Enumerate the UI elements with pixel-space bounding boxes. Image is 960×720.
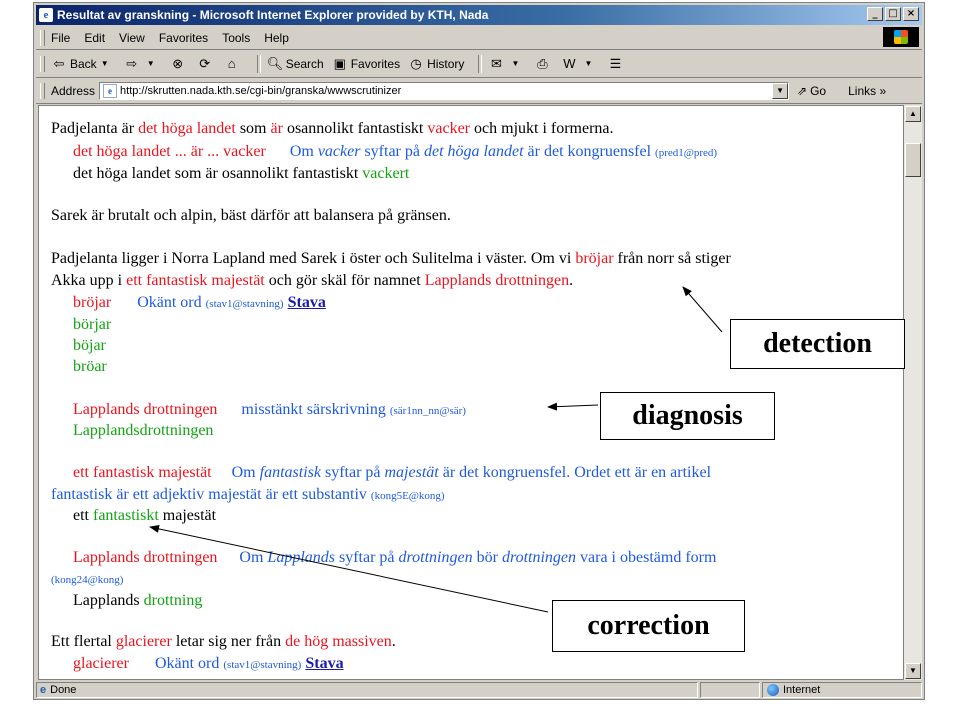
history-button[interactable]: ◷ History (408, 56, 464, 72)
chevron-right-icon: » (879, 84, 887, 98)
toolbar-grip[interactable] (40, 30, 45, 46)
discuss-button[interactable]: ☰ (607, 56, 626, 72)
suggestion: bröar (73, 358, 107, 375)
standard-toolbar: ⇦ Back ▼ ⇨ ▼ ⊗ ⟳ ⌂ 🔍︎ Search ▣ Favorites ◷ His… (36, 51, 922, 78)
error-spelling-glacierer: glacierer Okänt ord (stav1@stavning) Stav… (73, 655, 344, 672)
links-button[interactable]: Links » (848, 84, 886, 98)
toolbar-grip[interactable] (40, 56, 45, 72)
correction-split-compound: Lapplandsdrottningen (73, 422, 214, 439)
scroll-down-button[interactable]: ▼ (905, 663, 921, 679)
address-bar: Address e http://skrutten.nada.kth.se/cg… (36, 79, 922, 104)
stop-icon: ⊗ (172, 56, 184, 71)
zone-text: Internet (783, 684, 821, 696)
forward-button[interactable]: ⇨ ▼ (124, 56, 162, 72)
home-icon: ⌂ (227, 56, 236, 71)
error-congruence-1: det höga landet ... är ... vacker Om vack… (73, 143, 718, 160)
stop-button[interactable]: ⊗ (170, 56, 189, 72)
menu-edit[interactable]: Edit (84, 31, 105, 45)
windows-logo-icon (883, 27, 919, 47)
back-button[interactable]: ⇦ Back ▼ (51, 56, 116, 72)
search-icon: 🔍︎ (266, 56, 284, 71)
status-text: Done (50, 684, 77, 696)
edit-page-icon: W (563, 56, 576, 71)
vertical-scrollbar[interactable]: ▲ ▼ (904, 105, 922, 680)
suggestion: böjar (73, 337, 106, 354)
menu-bar: File Edit View Favorites Tools Help (36, 27, 922, 50)
maximize-button[interactable]: □ (885, 7, 901, 21)
suggestion: börjar (73, 316, 112, 333)
close-button[interactable]: × (903, 7, 919, 21)
refresh-icon: ⟳ (199, 56, 211, 71)
dropdown-arrow-icon[interactable]: ▼ (97, 56, 113, 72)
minimize-button[interactable]: _ (867, 7, 883, 21)
home-button[interactable]: ⌂ (224, 56, 243, 72)
correction-definiteness: Lapplands drottning (73, 592, 203, 609)
toolbar-grip[interactable] (40, 83, 45, 99)
ie-logo-icon: e (39, 8, 53, 22)
menu-tools[interactable]: Tools (222, 31, 250, 45)
dropdown-arrow-icon[interactable]: ▼ (580, 56, 596, 72)
address-dropdown-button[interactable]: ▼ (772, 83, 789, 99)
address-label: Address (51, 84, 96, 98)
paragraph-2: Sarek är brutalt och alpin, bäst därför … (51, 207, 451, 224)
menu-help[interactable]: Help (264, 31, 289, 45)
stava-link[interactable]: Stava (288, 294, 326, 311)
print-icon: ⎙ (537, 56, 548, 71)
refresh-button[interactable]: ⟳ (197, 56, 216, 72)
edit-button[interactable]: W ▼ (561, 56, 599, 72)
detection-label: detection (730, 319, 905, 369)
error-split-compound: Lapplands drottningen misstänkt särskrivn… (73, 401, 466, 418)
diagnosis-label: diagnosis (600, 392, 775, 440)
correction-label: correction (552, 600, 745, 652)
internet-zone-icon (767, 684, 779, 696)
error-congruence-2-line-2: fantastisk är ett adjektiv majestät är e… (51, 486, 445, 503)
history-icon: ◷ (410, 56, 422, 71)
go-arrow-icon: ⇗ (797, 84, 808, 98)
mail-button[interactable]: ✉ ▼ (488, 56, 526, 72)
paragraph-4: Ett flertal glacierer letar sig ner från… (51, 633, 396, 650)
error-definiteness-code: (kong24@kong) (51, 574, 124, 586)
error-definiteness: Lapplands drottningen Om Lapplands syftar… (73, 549, 717, 566)
menu-view[interactable]: View (119, 31, 145, 45)
back-arrow-icon: ⇦ (53, 56, 65, 71)
dropdown-arrow-icon[interactable]: ▼ (507, 56, 523, 72)
menu-favorites[interactable]: Favorites (159, 31, 208, 45)
address-url[interactable]: http://skrutten.nada.kth.se/cgi-bin/gran… (120, 85, 401, 97)
favorites-folder-icon: ▣ (333, 56, 346, 71)
menu-file[interactable]: File (51, 31, 70, 45)
discuss-icon: ☰ (609, 56, 622, 71)
window-title: Resultat av granskning - Microsoft Inter… (57, 8, 489, 22)
mail-icon: ✉ (490, 56, 502, 71)
error-spelling-brojar: bröjar Okänt ord (stav1@stavning) Stava (73, 294, 326, 311)
address-input[interactable]: e http://skrutten.nada.kth.se/cgi-bin/gr… (99, 82, 790, 100)
search-button[interactable]: 🔍︎ Search (267, 56, 324, 72)
page-icon: e (103, 84, 118, 98)
paragraph-3-line-1: Padjelanta ligger i Norra Lapland med Sa… (51, 250, 731, 267)
status-bar: e Done Internet (36, 681, 922, 699)
scroll-up-button[interactable]: ▲ (905, 106, 921, 122)
print-button[interactable]: ⎙ (534, 56, 553, 72)
forward-arrow-icon: ⇨ (126, 56, 138, 71)
page-done-icon: e (40, 684, 47, 696)
error-congruence-2: ett fantastisk majestät Om fantastisk syf… (73, 464, 712, 481)
correction-1: det höga landet som är osannolikt fantas… (73, 165, 410, 182)
favorites-button[interactable]: ▣ Favorites (332, 56, 401, 72)
title-bar: e Resultat av granskning - Microsoft Int… (36, 5, 922, 25)
stava-link[interactable]: Stava (305, 655, 343, 672)
go-button[interactable]: ⇗ Go (797, 84, 826, 98)
correction-congruence-2: ett fantastiskt majestät (73, 507, 217, 524)
dropdown-arrow-icon[interactable]: ▼ (143, 56, 159, 72)
paragraph-1: Padjelanta är det höga landet som är osa… (51, 120, 614, 137)
paragraph-3-line-2: Akka upp i ett fantastisk majestät och g… (51, 272, 574, 289)
scroll-thumb[interactable] (905, 143, 921, 177)
